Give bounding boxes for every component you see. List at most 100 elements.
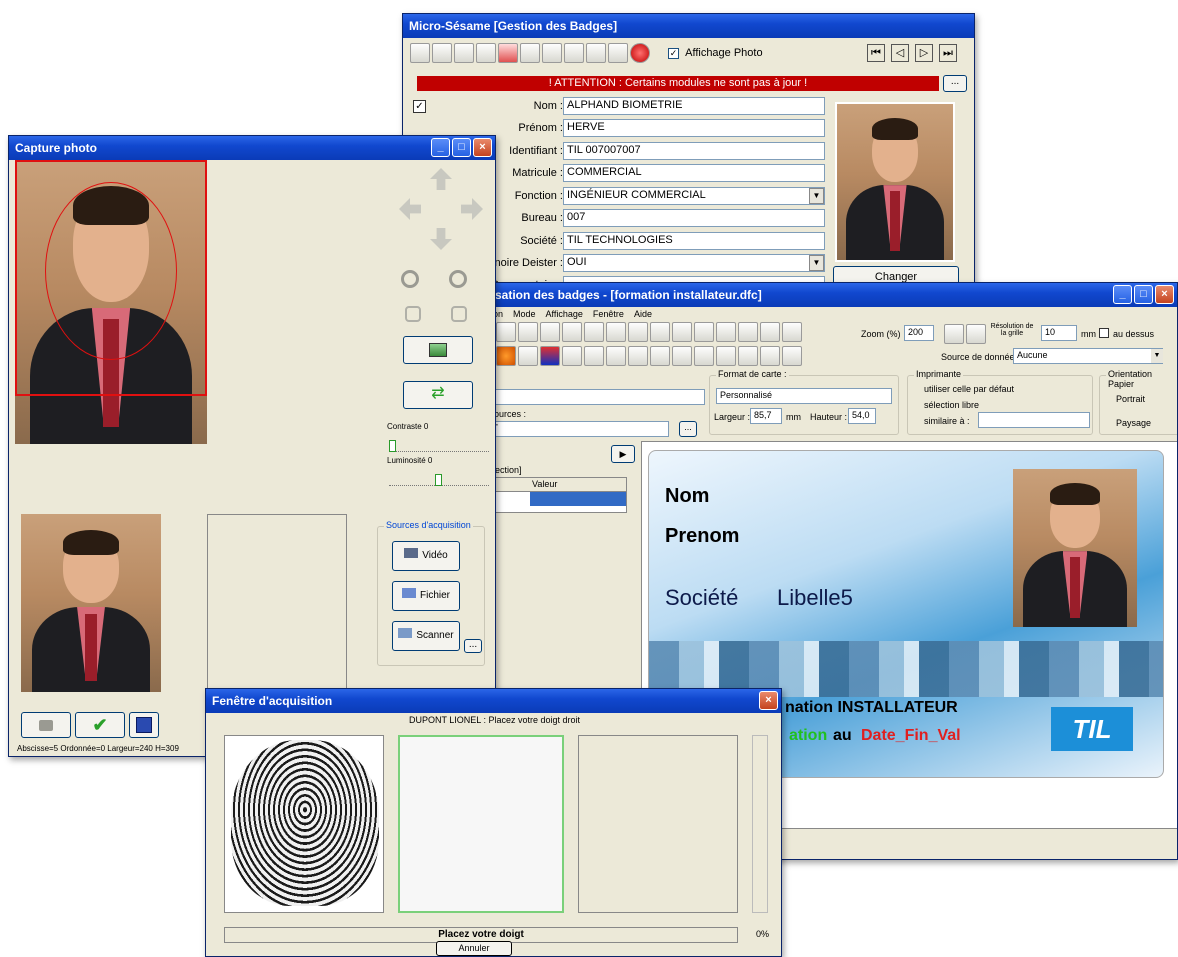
text-tool-icon[interactable] [562,346,582,366]
validate-button[interactable]: ✔ [75,712,125,738]
menu-fenetre[interactable]: Fenêtre [593,309,624,319]
badge-designer-titlebar[interactable]: sation des badges - [formation installat… [481,283,1177,307]
attention-details-button[interactable]: ... [943,75,967,92]
distribute-4-icon[interactable] [782,346,802,366]
badge-management-titlebar[interactable]: Micro-Sésame [Gestion des Badges] [403,14,974,38]
align-5-icon[interactable] [716,322,736,342]
crop-frame[interactable] [15,160,207,396]
bureau-field[interactable]: 007 [563,209,825,227]
scanner-options-button[interactable]: ... [464,639,482,653]
previous-record-icon[interactable]: ◁ [891,44,909,62]
prenom-field[interactable]: HERVE [563,119,825,137]
annuler-button[interactable]: Annuler [436,941,512,956]
zoom-out-icon[interactable] [401,270,419,288]
distribute-2-icon[interactable] [738,346,758,366]
print-preview-icon[interactable] [496,322,516,342]
layer-2-icon[interactable] [672,346,692,366]
ressources-browse-button[interactable]: ... [679,421,697,437]
new-icon[interactable] [410,43,430,63]
move-up-icon[interactable] [430,168,452,190]
distribute-3-icon[interactable] [760,346,780,366]
first-record-icon[interactable]: ⏮ [867,44,885,62]
camera-button[interactable] [21,712,71,738]
close-icon[interactable]: × [1155,285,1174,304]
reader-icon[interactable] [542,43,562,63]
close-record-icon[interactable] [630,43,650,63]
property-value-cell[interactable] [530,492,626,506]
portrait-radio[interactable]: Portrait [1116,394,1145,404]
contraste-slider[interactable] [389,436,489,452]
layer-3-icon[interactable] [694,346,714,366]
nom-field[interactable]: ALPHAND BIOMETRIE [563,97,825,115]
ressources-field[interactable]: MT [481,421,669,437]
align-4-icon[interactable] [694,322,714,342]
minimize-icon[interactable]: _ [1113,285,1132,304]
source-dropdown-icon[interactable]: ▼ [1151,349,1163,363]
add-icon[interactable] [432,43,452,63]
capture-image-button[interactable] [403,336,473,364]
open-folder-icon[interactable] [454,43,474,63]
align-icon[interactable] [628,322,648,342]
rotate-left-icon[interactable] [405,306,421,322]
edit-icon[interactable] [608,43,628,63]
color-icon[interactable] [496,346,516,366]
paste-icon[interactable] [562,322,582,342]
swap-button[interactable]: ⇄ [403,381,473,409]
matricule-field[interactable]: COMMERCIAL [563,164,825,182]
video-button[interactable]: Vidéo [392,541,460,571]
largeur-field[interactable]: 85,7 [750,408,782,424]
imp-opt-similaire[interactable]: similaire à : [924,416,970,426]
move-left-icon[interactable] [399,198,421,220]
similaire-field[interactable] [978,412,1090,428]
affichage-photo-checkbox[interactable]: ✓ [668,47,680,59]
name-field[interactable] [481,389,705,405]
imp-opt-libre[interactable]: sélection libre [924,400,979,410]
hauteur-field[interactable]: 54,0 [848,408,876,424]
societe-field[interactable]: TIL TECHNOLOGIES [563,232,825,250]
au-dessus-checkbox[interactable] [1099,328,1109,338]
luminosite-slider[interactable] [389,470,489,486]
last-record-icon[interactable]: ⏭ [939,44,957,62]
copy-icon[interactable] [518,322,538,342]
image-tool-icon[interactable] [606,346,626,366]
distribute-icon[interactable] [716,346,736,366]
align-2-icon[interactable] [650,322,670,342]
print-icon[interactable] [564,43,584,63]
close-icon[interactable]: × [473,138,492,157]
align-6-icon[interactable] [738,322,758,342]
next-record-icon[interactable]: ▷ [915,44,933,62]
capture-photo-titlebar[interactable]: Capture photo _ □ × [9,136,495,160]
redo-icon[interactable] [606,322,626,342]
save-icon[interactable] [476,43,496,63]
expand-arrow-button[interactable]: ▶ [611,445,635,463]
acquisition-titlebar[interactable]: Fenêtre d'acquisition × [206,689,781,713]
zoom-in-icon[interactable] [449,270,467,288]
rotate-right-icon[interactable] [451,306,467,322]
deister-dropdown-icon[interactable]: ▼ [809,255,824,271]
layer-icon[interactable] [650,346,670,366]
menu-affichage[interactable]: Affichage [546,309,583,319]
scanner-button[interactable]: Scanner [392,621,460,651]
line-tool-icon[interactable] [584,346,604,366]
tool-icon[interactable] [586,43,606,63]
align-8-icon[interactable] [782,322,802,342]
cut-icon[interactable] [540,322,560,342]
maximize-icon[interactable]: □ [452,138,471,157]
align-7-icon[interactable] [760,322,780,342]
deister-select[interactable]: OUI [563,254,825,272]
undo-icon[interactable] [584,322,604,342]
move-down-icon[interactable] [430,228,452,250]
menu-aide[interactable]: Aide [634,309,652,319]
shield-icon[interactable] [540,346,560,366]
fichier-button[interactable]: Fichier [392,581,460,611]
pointer-icon[interactable] [966,324,986,344]
resolution-field[interactable]: 10 [1041,325,1077,341]
zoom-field[interactable]: 200 [904,325,934,341]
format-select[interactable]: Personnalisé [716,388,892,404]
card-icon[interactable] [520,43,540,63]
minimize-icon[interactable]: _ [431,138,450,157]
barcode-icon[interactable] [628,346,648,366]
menu-mode[interactable]: Mode [513,309,536,319]
close-icon[interactable]: × [759,691,778,710]
delete-icon[interactable] [498,43,518,63]
